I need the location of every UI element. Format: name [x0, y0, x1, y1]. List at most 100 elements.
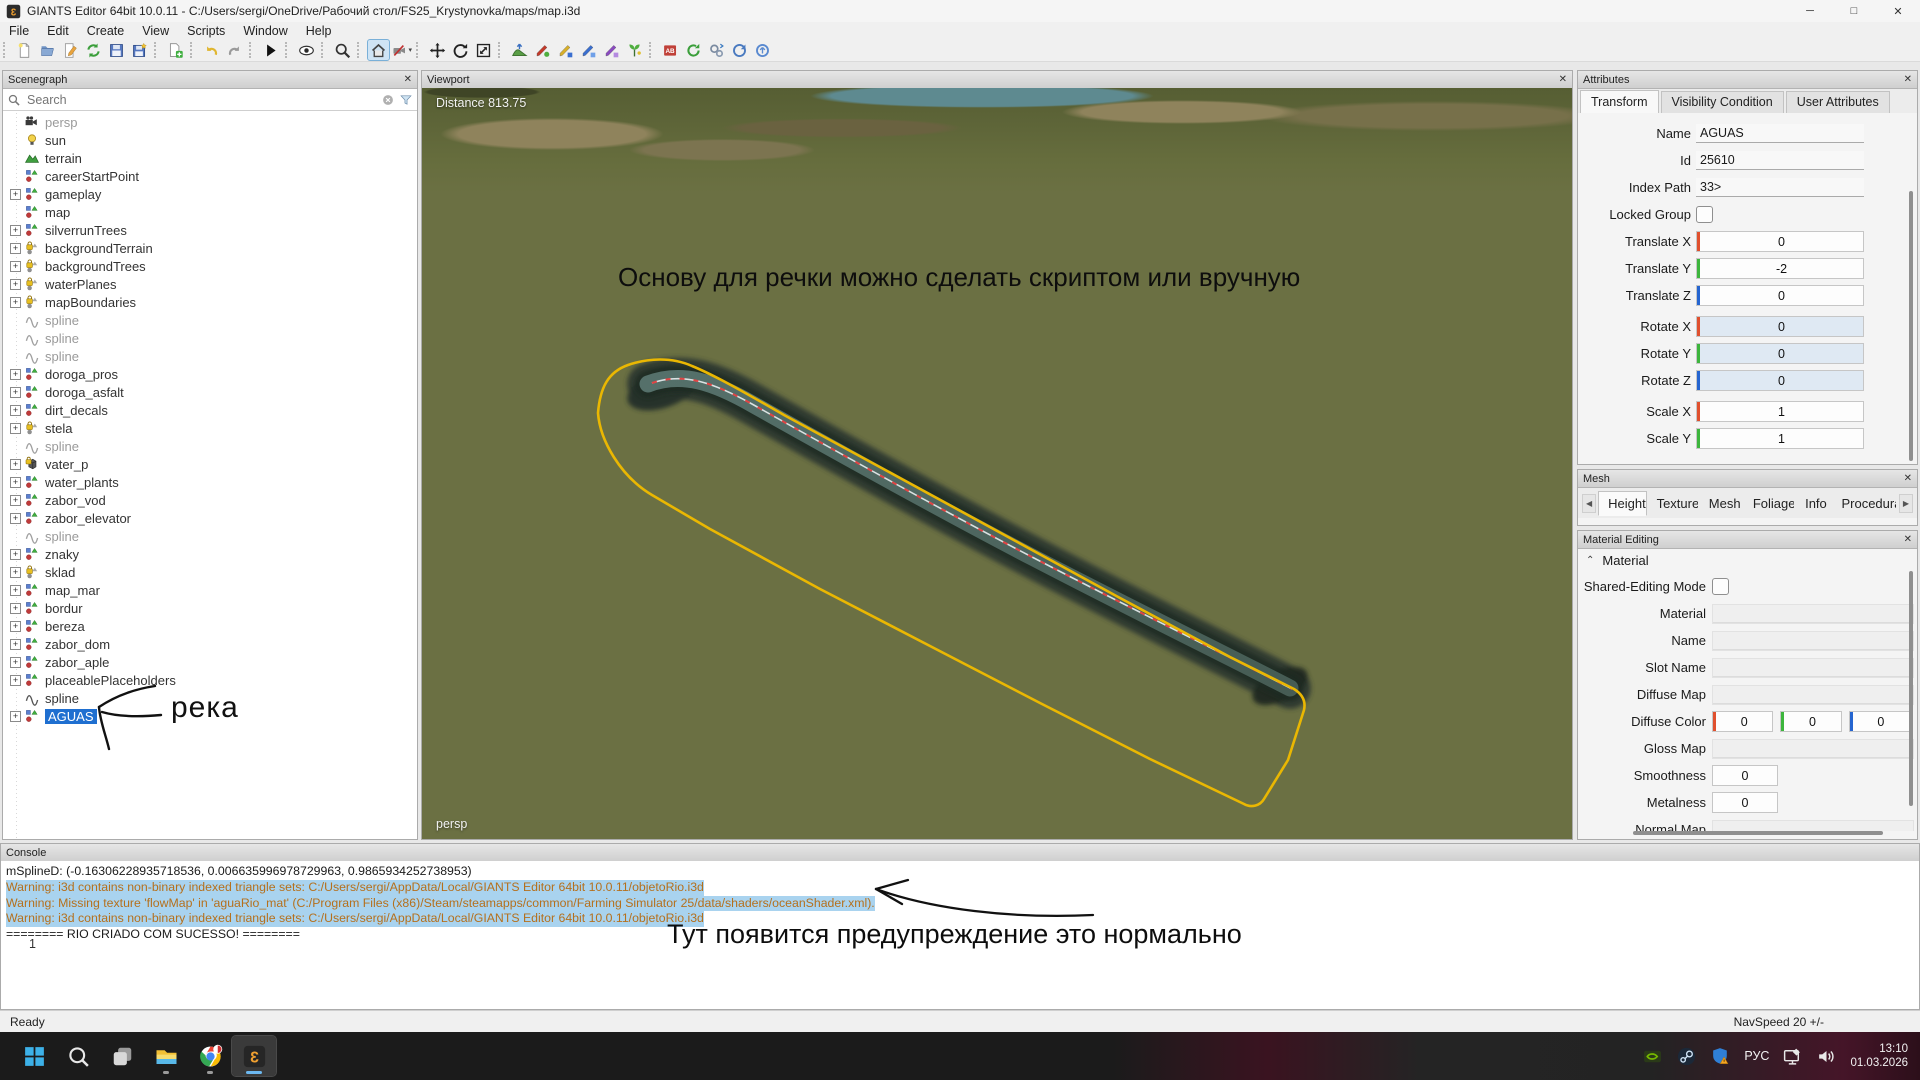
scenegraph-item-zabor-aple[interactable]: +zabor_aple [3, 653, 417, 671]
scenegraph-item-backgroundtrees[interactable]: +backgroundTrees [3, 257, 417, 275]
close-icon[interactable]: ✕ [1904, 473, 1912, 484]
close-icon[interactable]: ✕ [1559, 74, 1567, 85]
expand-toggle[interactable]: + [10, 225, 21, 236]
toolbar-play-button[interactable] [260, 40, 281, 60]
tray-nvidia-icon[interactable] [1642, 1046, 1663, 1067]
taskbar-search-button[interactable] [56, 1036, 100, 1076]
language-indicator[interactable]: РУС [1744, 1049, 1769, 1063]
scenegraph-item-znaky[interactable]: +znaky [3, 545, 417, 563]
menu-file[interactable]: File [0, 24, 38, 38]
menu-create[interactable]: Create [78, 24, 134, 38]
normal-map-field[interactable] [1712, 820, 1914, 832]
close-button[interactable]: ✕ [1876, 0, 1920, 22]
metalness-field[interactable]: 0 [1712, 792, 1778, 813]
console-line[interactable]: Warning: i3d contains non-binary indexed… [6, 911, 704, 927]
attributes-scrollbar[interactable] [1909, 191, 1913, 461]
toolbar-edit-script-button[interactable] [60, 40, 81, 60]
toolbar-move-tool-button[interactable] [427, 40, 448, 60]
toolbar-terrain-paint-yellow-button[interactable] [555, 40, 576, 60]
toolbar-new-file-button[interactable] [14, 40, 35, 60]
diffuse-map-field[interactable] [1712, 685, 1914, 705]
expand-toggle[interactable]: + [10, 369, 21, 380]
console-line[interactable]: Warning: i3d contains non-binary indexed… [6, 880, 704, 896]
expand-toggle[interactable]: + [10, 603, 21, 614]
expand-toggle[interactable]: + [10, 189, 21, 200]
scenegraph-item-sun[interactable]: sun [3, 131, 417, 149]
menu-view[interactable]: View [133, 24, 178, 38]
expand-toggle[interactable]: + [10, 261, 21, 272]
tab-transform[interactable]: Transform [1580, 90, 1659, 113]
expand-toggle[interactable]: + [10, 459, 21, 470]
toolbar-open-file-button[interactable] [37, 40, 58, 60]
scenegraph-item-persp[interactable]: persp [3, 113, 417, 131]
expand-toggle[interactable]: + [10, 423, 21, 434]
expand-toggle[interactable]: + [10, 477, 21, 488]
expand-toggle[interactable]: + [10, 657, 21, 668]
console-line[interactable]: mSplineD: (-0.16306228935718536, 0.00663… [6, 864, 472, 880]
locked-group-checkbox[interactable] [1696, 206, 1713, 223]
expand-toggle[interactable]: + [10, 621, 21, 632]
scenegraph-item-bereza[interactable]: +bereza [3, 617, 417, 635]
scenegraph-item-vater-p[interactable]: +vater_p [3, 455, 417, 473]
toolbar-save-button[interactable] [106, 40, 127, 60]
tray-volume-icon[interactable] [1816, 1046, 1837, 1067]
search-input[interactable] [25, 92, 381, 108]
expand-toggle[interactable]: + [10, 495, 21, 506]
toolbar-save-as-button[interactable] [129, 40, 150, 60]
tray-touch-display-icon[interactable] [1782, 1046, 1803, 1067]
gloss-map-field[interactable] [1712, 739, 1914, 759]
scenegraph-item-sklad[interactable]: +sklad [3, 563, 417, 581]
clock[interactable]: 13:10 01.03.2026 [1850, 1042, 1908, 1070]
scenegraph-item-bordur[interactable]: +bordur [3, 599, 417, 617]
expand-toggle[interactable]: + [10, 243, 21, 254]
tabs-scroll-right[interactable]: ▶ [1899, 494, 1913, 513]
expand-toggle[interactable]: + [10, 387, 21, 398]
toolbar-foliage-paint-button[interactable] [624, 40, 645, 60]
expand-toggle[interactable]: + [10, 639, 21, 650]
clear-search-icon[interactable] [381, 93, 395, 107]
tab-texture[interactable]: Texture [1647, 491, 1699, 516]
scenegraph-item-zabor-vod[interactable]: +zabor_vod [3, 491, 417, 509]
toolbar-reload-materials-button[interactable] [683, 40, 704, 60]
scenegraph-item-terrain[interactable]: terrain [3, 149, 417, 167]
scenegraph-item-careerstartpoint[interactable]: careerStartPoint [3, 167, 417, 185]
taskbar-file-explorer-button[interactable] [144, 1036, 188, 1076]
toolbar-zoom-select-button[interactable] [332, 40, 353, 60]
tabs-scroll-left[interactable]: ◀ [1582, 494, 1596, 513]
tab-foliage[interactable]: Foliage [1743, 491, 1795, 516]
tab-procedura[interactable]: Procedura [1831, 491, 1896, 516]
scenegraph-item-mapboundaries[interactable]: +mapBoundaries [3, 293, 417, 311]
close-icon[interactable]: ✕ [404, 74, 412, 85]
diffuse-color-b-field[interactable]: 0 [1849, 711, 1910, 732]
expand-toggle[interactable]: + [10, 585, 21, 596]
taskbar-task-view-button[interactable] [100, 1036, 144, 1076]
expand-toggle[interactable]: + [10, 405, 21, 416]
minimize-button[interactable]: ─ [1788, 0, 1832, 22]
scenegraph-item-waterplanes[interactable]: +waterPlanes [3, 275, 417, 293]
toolbar-show-visibility-button[interactable] [296, 40, 317, 60]
tab-height[interactable]: Height [1598, 491, 1646, 516]
tab-visibility-condition[interactable]: Visibility Condition [1661, 91, 1784, 113]
menu-help[interactable]: Help [297, 24, 341, 38]
expand-toggle[interactable]: + [10, 711, 21, 722]
rotate-y-field[interactable]: 0 [1696, 343, 1864, 364]
console-line[interactable]: Warning: Missing texture 'flowMap' in 'a… [6, 896, 875, 912]
scenegraph-item-dirt-decals[interactable]: +dirt_decals [3, 401, 417, 419]
scenegraph-item-backgroundterrain[interactable]: +backgroundTerrain [3, 239, 417, 257]
menu-window[interactable]: Window [234, 24, 296, 38]
rotate-z-field[interactable]: 0 [1696, 370, 1864, 391]
taskbar-giants-editor-button[interactable]: 3 [232, 1036, 276, 1076]
scenegraph-item-doroga-pros[interactable]: +doroga_pros [3, 365, 417, 383]
scenegraph-item-spline[interactable]: spline [3, 437, 417, 455]
tab-info[interactable]: Info [1795, 491, 1831, 516]
menu-edit[interactable]: Edit [38, 24, 78, 38]
toolbar-replace-sync-button[interactable] [706, 40, 727, 60]
expand-toggle[interactable]: + [10, 279, 21, 290]
toolbar-import-file-button[interactable] [165, 40, 186, 60]
smoothness-field[interactable]: 0 [1712, 765, 1778, 786]
toolbar-terrain-paint-purple-button[interactable] [601, 40, 622, 60]
id-field[interactable]: 25610 [1696, 151, 1864, 170]
tab-user-attributes[interactable]: User Attributes [1786, 91, 1890, 113]
scenegraph-item-zabor-elevator[interactable]: +zabor_elevator [3, 509, 417, 527]
toolbar-text-object-button[interactable]: AB [660, 40, 681, 60]
